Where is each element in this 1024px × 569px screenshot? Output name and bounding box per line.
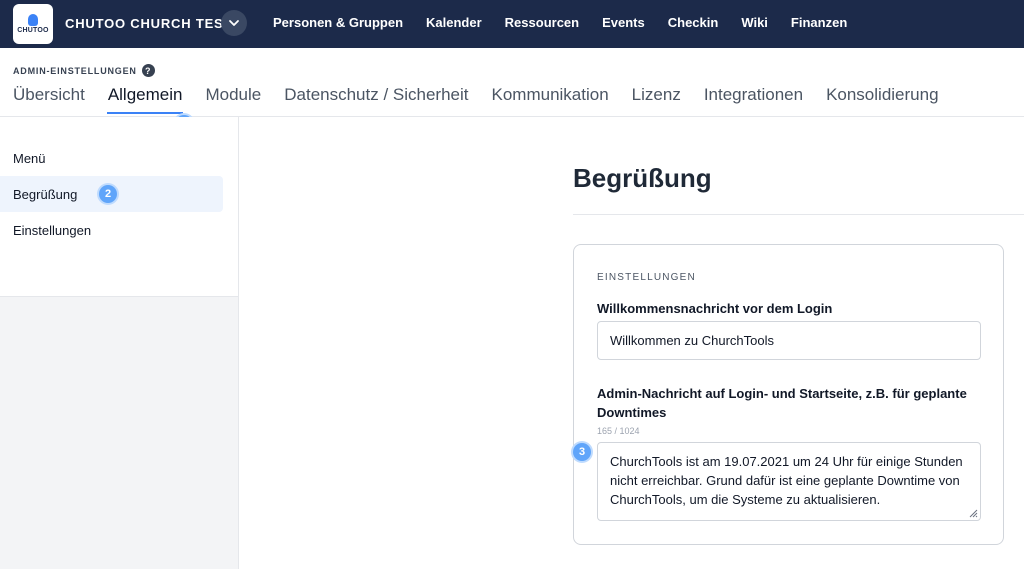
tab-allgemein[interactable]: Allgemein [106,85,184,114]
tab-konsolidierung[interactable]: Konsolidierung [826,85,938,114]
step-marker-2: 2 [99,185,117,203]
welcome-message-label: Willkommensnachricht vor dem Login [597,301,833,316]
nav-checkin[interactable]: Checkin [668,15,719,30]
tab-datenschutz-sicherheit[interactable]: Datenschutz / Sicherheit [284,85,468,114]
chevron-down-icon [229,20,239,26]
nav-kalender[interactable]: Kalender [426,15,482,30]
tab-lizenz[interactable]: Lizenz [632,85,681,114]
tab-uebersicht[interactable]: Übersicht [13,85,85,114]
admin-message-textarea[interactable]: ChurchTools ist am 19.07.2021 um 24 Uhr … [597,442,981,521]
top-navigation-bar: CHUTOO CHUTOO CHURCH TEST Personen & Gru… [0,0,1024,48]
welcome-message-input[interactable] [597,321,981,360]
step-marker-3: 3 [573,443,591,461]
tab-module[interactable]: Module [205,85,261,114]
tab-integrationen[interactable]: Integrationen [704,85,803,114]
sidebar: Menü Begrüßung Einstellungen [0,117,239,569]
app-switcher-button[interactable] [221,10,247,36]
nav-personen-gruppen[interactable]: Personen & Gruppen [273,15,403,30]
nav-events[interactable]: Events [602,15,645,30]
nav-ressourcen[interactable]: Ressourcen [505,15,579,30]
logo-mark-icon [28,14,38,26]
tab-kommunikation[interactable]: Kommunikation [492,85,609,114]
nav-finanzen[interactable]: Finanzen [791,15,847,30]
title-divider [573,214,1024,215]
breadcrumb: ADMIN-EINSTELLUNGEN ? [13,64,155,77]
main-nav: Personen & Gruppen Kalender Ressourcen E… [273,15,870,30]
settings-card: EINSTELLUNGEN Willkommensnachricht vor d… [573,244,1004,545]
character-counter: 165 / 1024 [597,426,640,436]
sidebar-menu: Menü Begrüßung Einstellungen [0,117,238,297]
resize-grip-icon[interactable] [968,508,978,518]
sidebar-item-menu[interactable]: Menü [0,140,223,176]
page-header: ADMIN-EINSTELLUNGEN ? Übersicht Allgemei… [0,48,1024,117]
page-title: Begrüßung [573,163,712,193]
help-icon[interactable]: ? [141,64,155,77]
card-section-header: EINSTELLUNGEN [597,272,696,283]
admin-message-label: Admin-Nachricht auf Login- und Startseit… [597,386,967,420]
app-logo[interactable]: CHUTOO [13,4,53,44]
breadcrumb-label: ADMIN-EINSTELLUNGEN [13,65,137,76]
nav-wiki[interactable]: Wiki [741,15,768,30]
sidebar-item-einstellungen[interactable]: Einstellungen [0,212,223,248]
logo-text: CHUTOO [17,27,49,34]
admin-tabs: Übersicht Allgemein Module Datenschutz /… [13,85,962,114]
app-title[interactable]: CHUTOO CHURCH TEST [65,16,232,31]
